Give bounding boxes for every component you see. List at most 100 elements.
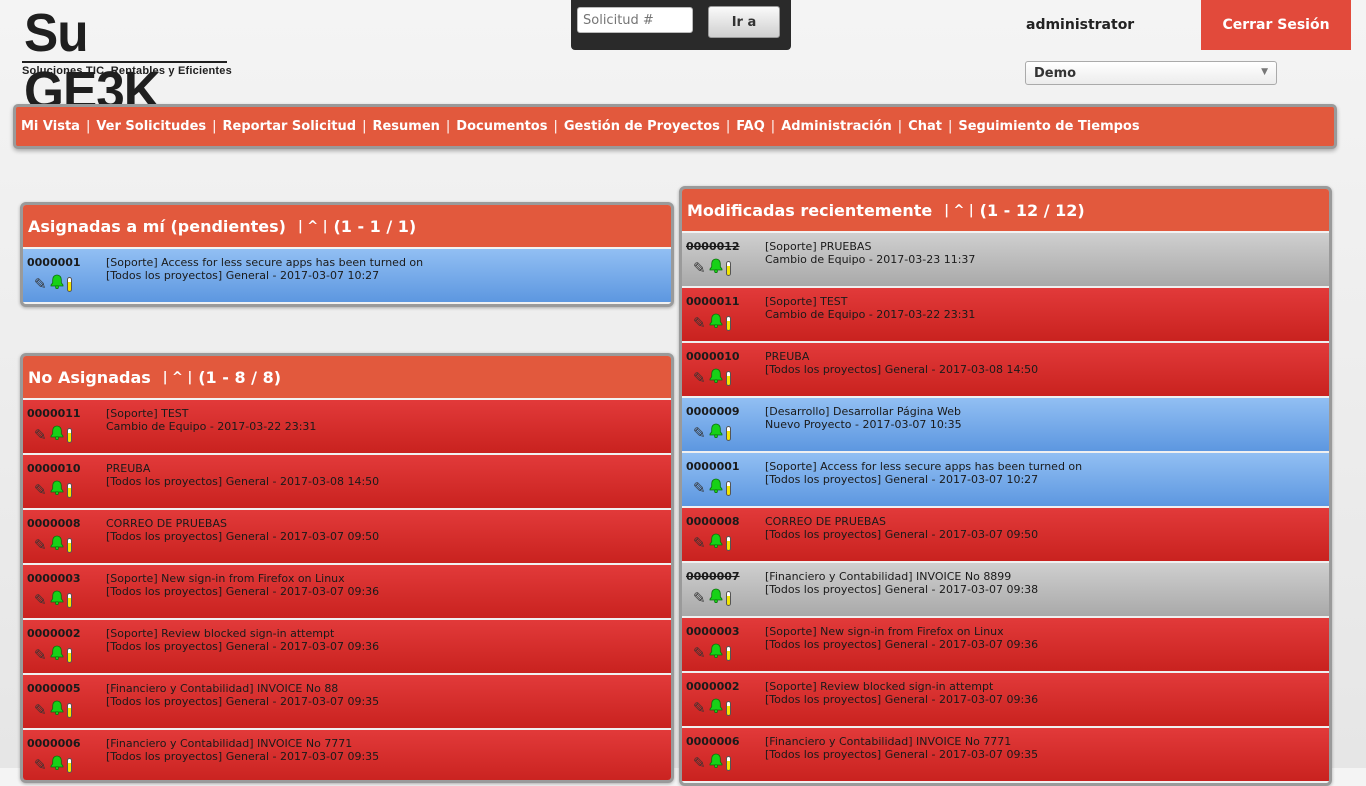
issue-id-link[interactable]: 0000008 <box>27 517 81 530</box>
issue-summary[interactable]: [Financiero y Contabilidad] INVOICE No 7… <box>765 735 1011 748</box>
logout-button[interactable]: Cerrar Sesión <box>1201 0 1351 50</box>
pencil-icon[interactable]: ✎ <box>693 591 706 606</box>
issue-summary[interactable]: [Soporte] TEST <box>765 295 847 308</box>
issue-id-link[interactable]: 0000006 <box>686 735 740 748</box>
issue-summary[interactable]: [Soporte] Review blocked sign-in attempt <box>765 680 993 693</box>
issue-row[interactable]: 0000011 [Soporte] TEST Cambio de Equipo - … <box>23 400 671 455</box>
issue-id-link[interactable]: 0000012 <box>686 240 740 253</box>
bell-icon[interactable] <box>709 698 723 716</box>
issue-row[interactable]: 0000002 [Soporte] Review blocked sign-in … <box>682 673 1329 728</box>
nav-item-chat[interactable]: Chat <box>908 119 942 134</box>
nav-item-administraci-n[interactable]: Administración <box>781 119 892 134</box>
request-number-input[interactable] <box>577 7 693 33</box>
pencil-icon[interactable]: ✎ <box>34 483 47 498</box>
pencil-icon[interactable]: ✎ <box>34 703 47 718</box>
issue-id-link[interactable]: 0000001 <box>27 256 81 269</box>
panel-collapse-control[interactable]: | ^ | <box>163 370 192 385</box>
issue-id-link[interactable]: 0000002 <box>27 627 81 640</box>
issue-id-link[interactable]: 0000003 <box>686 625 740 638</box>
issue-summary[interactable]: [Soporte] Access for less secure apps ha… <box>765 460 1082 473</box>
bell-icon[interactable] <box>50 535 64 553</box>
bell-icon[interactable] <box>50 425 64 443</box>
nav-item-resumen[interactable]: Resumen <box>372 119 439 134</box>
username[interactable]: administrator <box>1026 17 1134 33</box>
panel-count[interactable]: (1 - 1 / 1) <box>333 217 416 236</box>
bell-icon[interactable] <box>709 753 723 771</box>
nav-item-faq[interactable]: FAQ <box>736 119 765 134</box>
issue-id-link[interactable]: 0000002 <box>686 680 740 693</box>
panel-count[interactable]: (1 - 12 / 12) <box>980 201 1085 220</box>
issue-summary[interactable]: [Soporte] TEST <box>106 407 188 420</box>
goto-button[interactable]: Ir a <box>708 6 780 38</box>
issue-summary[interactable]: [Soporte] PRUEBAS <box>765 240 871 253</box>
panel-collapse-control[interactable]: | ^ | <box>298 219 327 234</box>
bell-icon[interactable] <box>709 478 723 496</box>
issue-id-link[interactable]: 0000003 <box>27 572 81 585</box>
project-select[interactable]: Demo ▼ <box>1025 61 1277 85</box>
nav-item-reportar-solicitud[interactable]: Reportar Solicitud <box>223 119 357 134</box>
pencil-icon[interactable]: ✎ <box>34 593 47 608</box>
pencil-icon[interactable]: ✎ <box>34 758 47 773</box>
issue-row[interactable]: 0000008 CORREO DE PRUEBAS [Todos los proye… <box>682 508 1329 563</box>
pencil-icon[interactable]: ✎ <box>693 646 706 661</box>
pencil-icon[interactable]: ✎ <box>34 277 47 292</box>
bell-icon[interactable] <box>50 755 64 773</box>
issue-row[interactable]: 0000005 [Financiero y Contabilidad] INVOI… <box>23 675 671 730</box>
bell-icon[interactable] <box>709 533 723 551</box>
pencil-icon[interactable]: ✎ <box>693 371 706 386</box>
issue-row[interactable]: 0000010 PREUBA [Todos los proyectos] Gener… <box>682 343 1329 398</box>
issue-id-link[interactable]: 0000009 <box>686 405 740 418</box>
bell-icon[interactable] <box>50 480 64 498</box>
issue-id-link[interactable]: 0000005 <box>27 682 81 695</box>
bell-icon[interactable] <box>709 258 723 276</box>
pencil-icon[interactable]: ✎ <box>34 428 47 443</box>
bell-icon[interactable] <box>50 274 64 292</box>
issue-summary[interactable]: [Soporte] New sign-in from Firefox on Li… <box>765 625 1004 638</box>
bell-icon[interactable] <box>709 313 723 331</box>
pencil-icon[interactable]: ✎ <box>693 701 706 716</box>
issue-id-link[interactable]: 0000011 <box>27 407 81 420</box>
issue-id-link[interactable]: 0000010 <box>686 350 740 363</box>
nav-item-documentos[interactable]: Documentos <box>456 119 547 134</box>
pencil-icon[interactable]: ✎ <box>693 316 706 331</box>
pencil-icon[interactable]: ✎ <box>693 261 706 276</box>
issue-row[interactable]: 0000006 [Financiero y Contabilidad] INVOI… <box>682 728 1329 783</box>
issue-row[interactable]: 0000012 [Soporte] PRUEBAS Cambio de Equipo… <box>682 233 1329 288</box>
issue-row[interactable]: 0000003 [Soporte] New sign-in from Firefo… <box>23 565 671 620</box>
bell-icon[interactable] <box>50 645 64 663</box>
bell-icon[interactable] <box>50 700 64 718</box>
issue-row[interactable]: 0000002 [Soporte] Review blocked sign-in … <box>23 620 671 675</box>
issue-summary[interactable]: [Financiero y Contabilidad] INVOICE No 8… <box>765 570 1011 583</box>
issue-row[interactable]: 0000001 [Soporte] Access for less secure … <box>23 249 671 304</box>
issue-row[interactable]: 0000008 CORREO DE PRUEBAS [Todos los proye… <box>23 510 671 565</box>
issue-summary[interactable]: [Soporte] New sign-in from Firefox on Li… <box>106 572 345 585</box>
bell-icon[interactable] <box>50 590 64 608</box>
panel-count[interactable]: (1 - 8 / 8) <box>198 368 281 387</box>
issue-row[interactable]: 0000006 [Financiero y Contabilidad] INVOI… <box>23 730 671 780</box>
issue-summary[interactable]: PREUBA <box>765 350 809 363</box>
pencil-icon[interactable]: ✎ <box>34 648 47 663</box>
issue-summary[interactable]: [Soporte] Review blocked sign-in attempt <box>106 627 334 640</box>
issue-id-link[interactable]: 0000010 <box>27 462 81 475</box>
pencil-icon[interactable]: ✎ <box>693 481 706 496</box>
bell-icon[interactable] <box>709 643 723 661</box>
issue-summary[interactable]: [Financiero y Contabilidad] INVOICE No 7… <box>106 737 352 750</box>
bell-icon[interactable] <box>709 423 723 441</box>
issue-id-link[interactable]: 0000001 <box>686 460 740 473</box>
nav-item-seguimiento-de-tiempos[interactable]: Seguimiento de Tiempos <box>958 119 1139 134</box>
issue-row[interactable]: 0000003 [Soporte] New sign-in from Firefo… <box>682 618 1329 673</box>
issue-summary[interactable]: CORREO DE PRUEBAS <box>106 517 227 530</box>
pencil-icon[interactable]: ✎ <box>693 426 706 441</box>
bell-icon[interactable] <box>709 368 723 386</box>
issue-row[interactable]: 0000009 [Desarrollo] Desarrollar Página W… <box>682 398 1329 453</box>
issue-id-link[interactable]: 0000008 <box>686 515 740 528</box>
issue-row[interactable]: 0000010 PREUBA [Todos los proyectos] Gener… <box>23 455 671 510</box>
pencil-icon[interactable]: ✎ <box>693 756 706 771</box>
issue-id-link[interactable]: 0000006 <box>27 737 81 750</box>
pencil-icon[interactable]: ✎ <box>693 536 706 551</box>
issue-row[interactable]: 0000007 [Financiero y Contabilidad] INVOI… <box>682 563 1329 618</box>
issue-summary[interactable]: CORREO DE PRUEBAS <box>765 515 886 528</box>
issue-row[interactable]: 0000011 [Soporte] TEST Cambio de Equipo - … <box>682 288 1329 343</box>
issue-summary[interactable]: [Desarrollo] Desarrollar Página Web <box>765 405 961 418</box>
panel-collapse-control[interactable]: | ^ | <box>944 203 973 218</box>
